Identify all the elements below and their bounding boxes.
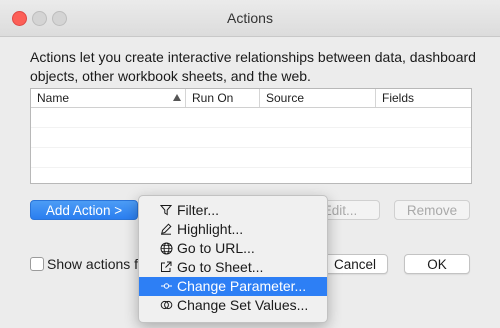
- title-bar: Actions: [0, 0, 500, 37]
- window-title: Actions: [227, 10, 273, 26]
- remove-button[interactable]: Remove: [394, 200, 470, 220]
- menu-item-change-set-values[interactable]: Change Set Values...: [139, 296, 327, 315]
- table-row: [31, 128, 471, 148]
- sort-ascending-icon: [173, 94, 181, 101]
- highlight-pen-icon: [159, 222, 173, 236]
- add-action-menu: Filter... Highlight... Go to URL... Go t…: [138, 195, 328, 323]
- column-header-source[interactable]: Source: [260, 89, 376, 107]
- menu-item-go-to-sheet[interactable]: Go to Sheet...: [139, 258, 327, 277]
- table-row: [31, 148, 471, 168]
- menu-item-highlight[interactable]: Highlight...: [139, 220, 327, 239]
- filter-icon: [159, 203, 173, 217]
- add-action-button[interactable]: Add Action >: [30, 200, 138, 220]
- column-header-run-on[interactable]: Run On: [186, 89, 260, 107]
- menu-item-change-parameter[interactable]: Change Parameter...: [139, 277, 327, 296]
- cancel-button[interactable]: Cancel: [322, 254, 388, 274]
- show-actions-checkbox[interactable]: [30, 257, 44, 271]
- menu-item-go-to-url[interactable]: Go to URL...: [139, 239, 327, 258]
- external-sheet-icon: [159, 260, 173, 274]
- set-icon: [159, 298, 173, 312]
- column-header-fields[interactable]: Fields: [376, 89, 471, 107]
- table-row: [31, 108, 471, 128]
- actions-table[interactable]: Name Run On Source Fields: [30, 88, 472, 184]
- parameter-icon: [159, 279, 173, 293]
- table-header: Name Run On Source Fields: [31, 89, 471, 108]
- menu-item-filter[interactable]: Filter...: [139, 201, 327, 220]
- column-header-name[interactable]: Name: [31, 89, 186, 107]
- show-actions-label: Show actions fo: [47, 256, 146, 272]
- globe-icon: [159, 241, 173, 255]
- description-text: Actions let you create interactive relat…: [30, 49, 476, 84]
- ok-button[interactable]: OK: [404, 254, 470, 274]
